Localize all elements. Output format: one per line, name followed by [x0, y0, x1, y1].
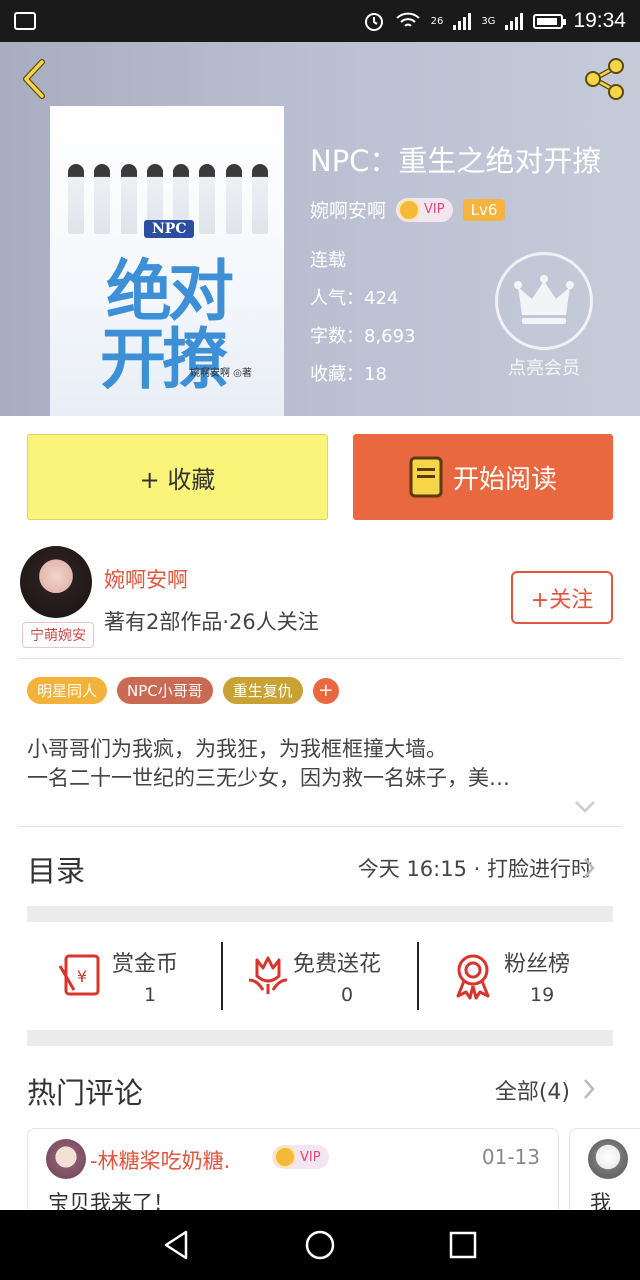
clock: 19:34 [573, 9, 626, 32]
toc-title[interactable]: 目录 [27, 848, 85, 890]
back-arrow-icon[interactable] [12, 56, 58, 102]
tag-list: 明星同人 NPC小哥哥 重生复仇 + [27, 677, 339, 704]
author-row: 婉啊安啊 VIP Lv6 [310, 196, 506, 223]
level-badge: Lv6 [462, 198, 506, 221]
nav-recents-icon[interactable] [446, 1228, 480, 1262]
book-icon [409, 456, 443, 498]
toc-latest-chapter[interactable]: 今天 16:15 · 打脸进行时 [358, 853, 592, 883]
cover-title-line2: 开撩 [100, 320, 228, 398]
stat-divider [417, 942, 419, 1010]
comment-date: 01-13 [481, 1145, 540, 1169]
vip-badge: VIP [272, 1145, 329, 1169]
member-label: 点亮会员 [508, 358, 580, 379]
add-favorite-button[interactable]: + 收藏 [27, 434, 328, 520]
commenter-name[interactable]: -林糖桨吃奶糖. [90, 1145, 230, 1175]
book-cover[interactable]: NPC 绝对 开撩 婉啊安啊 ◎著 [50, 106, 284, 416]
chevron-right-icon[interactable] [582, 1078, 596, 1100]
book-title: NPC：重生之绝对开撩 [310, 144, 602, 178]
vip-label: VIP [424, 202, 445, 217]
author-card-stats: 著有2部作品·26人关注 [104, 610, 319, 634]
cover-npc-badge: NPC [144, 220, 195, 238]
add-tag-button[interactable]: + [312, 677, 339, 704]
vip-badge: VIP [396, 197, 453, 222]
share-icon[interactable] [580, 54, 630, 104]
cover-author-mark: 婉啊安啊 ◎著 [190, 368, 252, 379]
stat-value: 19 [530, 984, 555, 1006]
commenter-avatar[interactable] [588, 1139, 628, 1179]
nav-back-icon[interactable] [160, 1228, 194, 1262]
serial-status: 连载 [310, 250, 346, 271]
tag-item[interactable]: NPC小哥哥 [117, 677, 213, 704]
intro-line: 一名二十一世纪的三无少女，因为救一名妹子，美… [27, 766, 510, 790]
nav-home-icon[interactable] [303, 1228, 337, 1262]
stat-label: 粉丝榜 [504, 952, 571, 977]
author-card-name[interactable]: 婉啊安啊 [104, 564, 188, 594]
svg-text:¥: ¥ [77, 967, 87, 986]
battery-icon [533, 13, 567, 29]
wifi-icon [395, 12, 420, 27]
flower-icon [248, 956, 288, 994]
stat-divider [221, 942, 223, 1010]
stat-label: 免费送花 [293, 952, 382, 977]
member-button[interactable]: 点亮会员 [494, 252, 594, 380]
author-avatar[interactable] [20, 546, 92, 618]
crown-icon [274, 1146, 296, 1168]
network-type-2: 3G [481, 15, 496, 27]
tag-item[interactable]: 重生复仇 [222, 677, 303, 704]
book-intro[interactable]: 小哥哥们为我疯，为我狂，为我框框撞大墙。 一名二十一世纪的三无少女，因为救一名妹… [27, 735, 607, 793]
intro-line: 小哥哥们为我疯，为我狂，为我框框撞大墙。 [27, 737, 447, 761]
stat-value: 1 [144, 984, 157, 1006]
chevron-down-icon[interactable] [574, 800, 596, 814]
crown-icon [398, 198, 421, 221]
follow-button[interactable]: +关注 [511, 571, 613, 624]
start-reading-label: 开始阅读 [452, 464, 557, 495]
word-count: 字数：8,693 [310, 326, 416, 347]
vip-label: VIP [300, 1149, 321, 1165]
signal-icon-2 [505, 12, 524, 30]
all-comments-link[interactable]: 全部(4) [495, 1074, 570, 1106]
favorite-count: 收藏：18 [310, 364, 387, 385]
chevron-right-icon[interactable] [582, 857, 596, 879]
activity-monitor-icon [14, 12, 36, 30]
member-crown-icon [495, 252, 593, 350]
book-header: NPC 绝对 开撩 婉啊安啊 ◎著 NPC：重生之绝对开撩 婉啊安啊 VIP L… [0, 42, 640, 416]
reward-coin-icon: ¥ [58, 954, 100, 996]
medal-icon [456, 954, 490, 1000]
section-separator [27, 1030, 613, 1046]
hot-comments-title: 热门评论 [27, 1076, 144, 1110]
author-name[interactable]: 婉啊安啊 [310, 196, 386, 223]
section-separator [27, 906, 613, 922]
divider [18, 658, 622, 659]
alarm-icon [364, 13, 383, 31]
start-reading-button[interactable]: 开始阅读 [353, 434, 613, 520]
tag-item[interactable]: 明星同人 [27, 677, 108, 704]
avatar-tag: 宁萌婉安 [22, 622, 94, 648]
system-nav-bar [0, 1210, 640, 1280]
divider [18, 826, 622, 827]
commenter-avatar[interactable] [46, 1139, 86, 1179]
status-bar: 26 3G 19:34 [0, 0, 640, 42]
stat-fans[interactable]: 粉丝榜 19 [448, 944, 598, 1012]
signal-icon [453, 12, 472, 30]
popularity: 人气：424 [310, 288, 399, 309]
stat-value: 0 [341, 984, 354, 1006]
stat-reward[interactable]: ¥ 赏金币 1 [56, 944, 206, 1012]
network-type-1: 26 [430, 15, 444, 27]
stat-label: 赏金币 [112, 952, 179, 977]
stat-flowers[interactable]: 免费送花 0 [243, 944, 413, 1012]
